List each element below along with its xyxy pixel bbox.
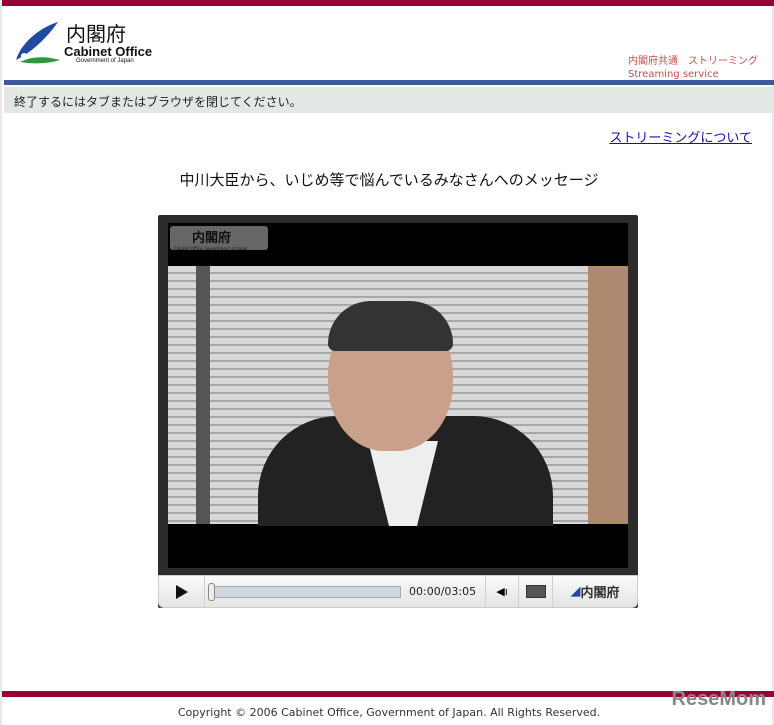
video-frame [168,266,628,526]
seek-bar[interactable] [211,586,401,598]
top-bar [2,0,774,6]
logo-english: Cabinet Office [64,44,153,59]
logo-subtitle: Government of Japan [76,58,134,64]
fullscreen-button[interactable] [519,576,553,607]
speaker-icon: ◀ı [496,585,508,598]
divider [4,80,774,85]
video-watermark: 内閣府 Cabinet Office, Government of Japan [170,226,268,251]
watermark-en: Cabinet Office, Government of Japan [174,246,248,251]
fullscreen-icon [525,585,546,598]
video-screen[interactable]: 内閣府 Cabinet Office, Government of Japan [168,223,628,568]
footer-bar [2,691,774,697]
brand-button[interactable]: ◢ 内閣府 [553,576,637,607]
cabinet-office-logo-icon [16,22,60,64]
service-jp: 内閣府共通 ストリーミング [628,56,758,67]
video-player: 内閣府 Cabinet Office, Government of Japan … [158,215,638,608]
about-streaming-link[interactable]: ストリーミングについて [609,127,752,146]
watermark-jp: 内閣府 [192,231,232,246]
seek-handle[interactable] [208,583,215,601]
logo-title: 内閣府 [66,22,126,46]
volume-button[interactable]: ◀ı [485,576,519,607]
time-display: 00:00/03:05 [409,585,477,598]
play-icon [175,584,188,599]
video-title: 中川大臣から、いじめ等で悩んでいるみなさんへのメッセージ [179,171,599,189]
brand-label: 内閣府 [580,586,620,601]
leaf-icon: ◢ [570,584,581,599]
player-controls: 00:00/03:05 ◀ı ◢ 内閣府 [158,575,638,608]
copyright: Copyright © 2006 Cabinet Office, Governm… [177,706,601,719]
service-label: 内閣府共通 ストリーミング Streaming service [628,55,758,81]
play-button[interactable] [159,576,205,607]
notice-bar: 終了するにはタブまたはブラウザを閉じてください。 [4,87,774,113]
